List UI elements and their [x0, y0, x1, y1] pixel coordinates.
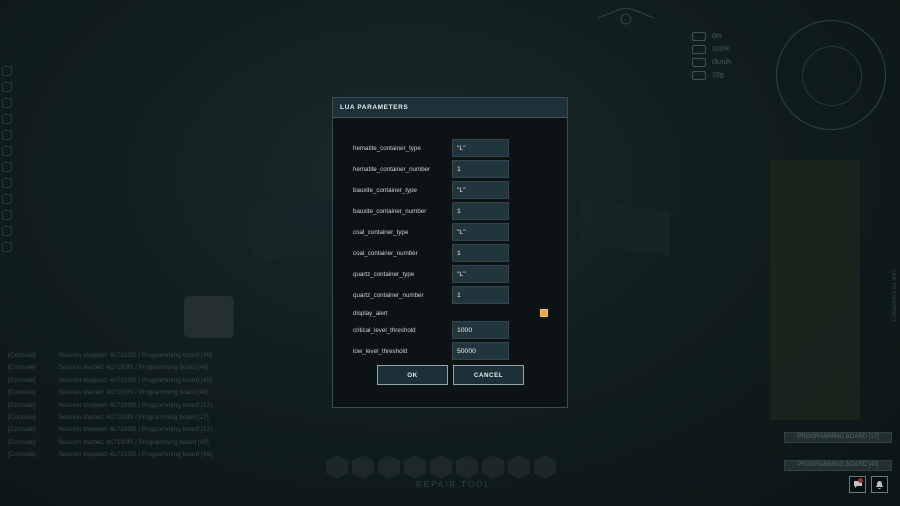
- coal-container-type-input[interactable]: [452, 223, 509, 241]
- param-row-coal-container-type: coal_container_type: [353, 223, 553, 241]
- coal-container-number-input[interactable]: [452, 244, 509, 262]
- quartz-container-number-input[interactable]: [452, 286, 509, 304]
- param-row-quartz-container-type: quartz_container_type: [353, 265, 553, 283]
- param-label: hematite_container_type: [353, 144, 421, 152]
- param-label: hematite_container_number: [353, 165, 431, 173]
- ok-button[interactable]: OK: [377, 365, 448, 385]
- param-row-hematite-container-number: hematite_container_number: [353, 160, 553, 178]
- dialog-title: LUA PARAMETERS: [340, 104, 409, 111]
- param-label: coal_container_type: [353, 228, 409, 236]
- lua-parameters-dialog: LUA PARAMETERS hematite_container_type h…: [332, 97, 568, 408]
- param-label: bauxite_container_number: [353, 207, 427, 215]
- param-row-hematite-container-type: hematite_container_type: [353, 139, 553, 157]
- param-row-bauxite-container-number: bauxite_container_number: [353, 202, 553, 220]
- param-label: bauxite_container_type: [353, 186, 417, 194]
- param-row-critical-level-threshold: critical_level_threshold: [353, 321, 553, 339]
- low-level-threshold-input[interactable]: [452, 342, 509, 360]
- display-alert-checkbox[interactable]: [540, 309, 548, 317]
- param-row-low-level-threshold: low_level_threshold: [353, 342, 553, 360]
- param-label: quartz_container_number: [353, 291, 424, 299]
- param-row-coal-container-number: coal_container_number: [353, 244, 553, 262]
- bauxite-container-type-input[interactable]: [452, 181, 509, 199]
- cancel-button[interactable]: CANCEL: [453, 365, 524, 385]
- critical-level-threshold-input[interactable]: [452, 321, 509, 339]
- param-label: quartz_container_type: [353, 270, 415, 278]
- param-label: critical_level_threshold: [353, 326, 416, 334]
- bauxite-container-number-input[interactable]: [452, 202, 509, 220]
- dialog-header: LUA PARAMETERS: [333, 98, 567, 118]
- param-row-display-alert: display_alert: [353, 304, 553, 322]
- param-label: low_level_threshold: [353, 347, 408, 355]
- hematite-container-number-input[interactable]: [452, 160, 509, 178]
- param-row-bauxite-container-type: bauxite_container_type: [353, 181, 553, 199]
- hematite-container-type-input[interactable]: [452, 139, 509, 157]
- quartz-container-type-input[interactable]: [452, 265, 509, 283]
- param-row-quartz-container-number: quartz_container_number: [353, 286, 553, 304]
- param-label: coal_container_number: [353, 249, 418, 257]
- param-label: display_alert: [353, 309, 388, 317]
